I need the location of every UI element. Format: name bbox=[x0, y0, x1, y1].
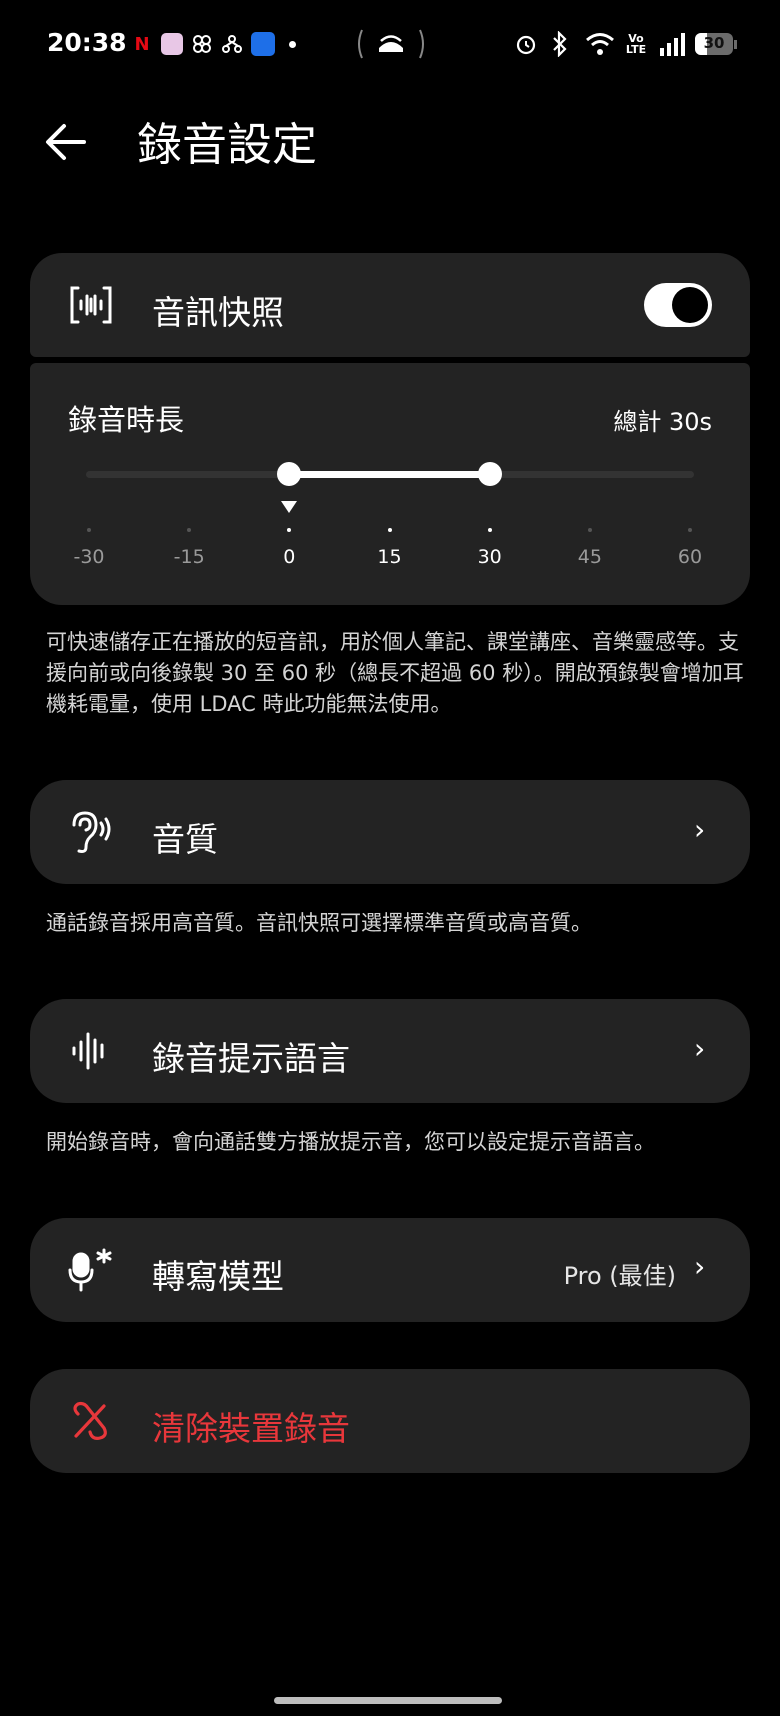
volte-icon: Vo LTE bbox=[625, 32, 647, 56]
quality-label: 音質 bbox=[152, 820, 218, 859]
wifi-app-icon bbox=[250, 30, 276, 58]
chevron-right-icon: › bbox=[694, 1032, 706, 1065]
chevron-right-icon: › bbox=[694, 813, 706, 846]
wifi-icon bbox=[583, 30, 617, 58]
slider-range-fill bbox=[289, 471, 490, 478]
recording-length-label: 錄音時長 bbox=[68, 403, 185, 437]
page-title: 錄音設定 bbox=[137, 118, 318, 171]
bluetooth-icon bbox=[548, 30, 572, 58]
now-marker-icon bbox=[281, 501, 298, 513]
recording-total: 總計 30s bbox=[613, 408, 712, 436]
alarm-icon bbox=[513, 30, 539, 58]
microphone-ai-icon bbox=[68, 1248, 114, 1292]
toggle-knob bbox=[672, 287, 708, 323]
dot-icon bbox=[287, 30, 297, 58]
battery-level: 30 bbox=[703, 34, 725, 52]
audio-snapshot-label: 音訊快照 bbox=[152, 293, 284, 332]
slider-tick-dot bbox=[587, 528, 592, 532]
slider-tick-label: 15 bbox=[377, 546, 402, 568]
chevron-right-icon: › bbox=[694, 1250, 706, 1283]
ear-sound-icon bbox=[68, 809, 112, 855]
slider-tick-label: 30 bbox=[477, 546, 502, 568]
transcription-model-label: 轉寫模型 bbox=[152, 1257, 284, 1296]
back-arrow-icon bbox=[46, 124, 86, 160]
prompt-language-label: 錄音提示語言 bbox=[152, 1039, 350, 1078]
audio-snapshot-toggle[interactable] bbox=[644, 283, 712, 327]
home-indicator[interactable] bbox=[274, 1697, 502, 1704]
battery-icon: 30 bbox=[694, 30, 738, 58]
slider-tick-label: 45 bbox=[577, 546, 602, 568]
signal-icon bbox=[658, 30, 686, 58]
slider-tick-label: 0 bbox=[283, 546, 296, 568]
waveform-icon bbox=[70, 1031, 110, 1071]
quality-row[interactable] bbox=[30, 780, 750, 884]
audio-snapshot-description: 可快速儲存正在播放的短音訊，用於個人筆記、課堂講座、音樂靈感等。支援向前或向後錄… bbox=[46, 630, 744, 716]
slider-tick-label: -15 bbox=[173, 546, 205, 568]
clear-recordings-row[interactable] bbox=[30, 1369, 750, 1473]
prompt-language-row[interactable] bbox=[30, 999, 750, 1103]
slider-tick-dot bbox=[487, 528, 492, 532]
quality-description: 通話錄音採用高音質。音訊快照可選擇標準音質或高音質。 bbox=[46, 911, 592, 935]
network-app-icon bbox=[220, 30, 244, 58]
avatar-app-icon bbox=[160, 30, 184, 58]
prompt-language-description: 開始錄音時，會向通話雙方播放提示音，您可以設定提示音語言。 bbox=[46, 1130, 655, 1154]
back-button[interactable] bbox=[44, 120, 88, 164]
clear-recordings-label[interactable]: 清除裝置錄音 bbox=[152, 1402, 350, 1450]
slider-tick-label: 60 bbox=[677, 546, 703, 568]
slider-tick-dot bbox=[387, 528, 392, 532]
status-bar: 20:38 N Vo LTE 30 bbox=[0, 0, 780, 90]
slider-tick-dot bbox=[87, 528, 91, 532]
hotspot-icon bbox=[356, 29, 426, 59]
slider-tick-label: -30 bbox=[73, 546, 105, 568]
pinwheel-icon bbox=[190, 30, 214, 58]
clear-icon bbox=[70, 1400, 110, 1442]
audio-snapshot-icon bbox=[68, 284, 114, 326]
slider-tick-dot bbox=[688, 528, 692, 532]
status-time: 20:38 bbox=[47, 28, 127, 57]
audio-snapshot-row[interactable] bbox=[30, 253, 750, 357]
slider-end-handle[interactable] bbox=[477, 462, 502, 486]
transcription-model-value: Pro (最佳) bbox=[563, 1262, 676, 1290]
netflix-icon: N bbox=[134, 33, 150, 55]
